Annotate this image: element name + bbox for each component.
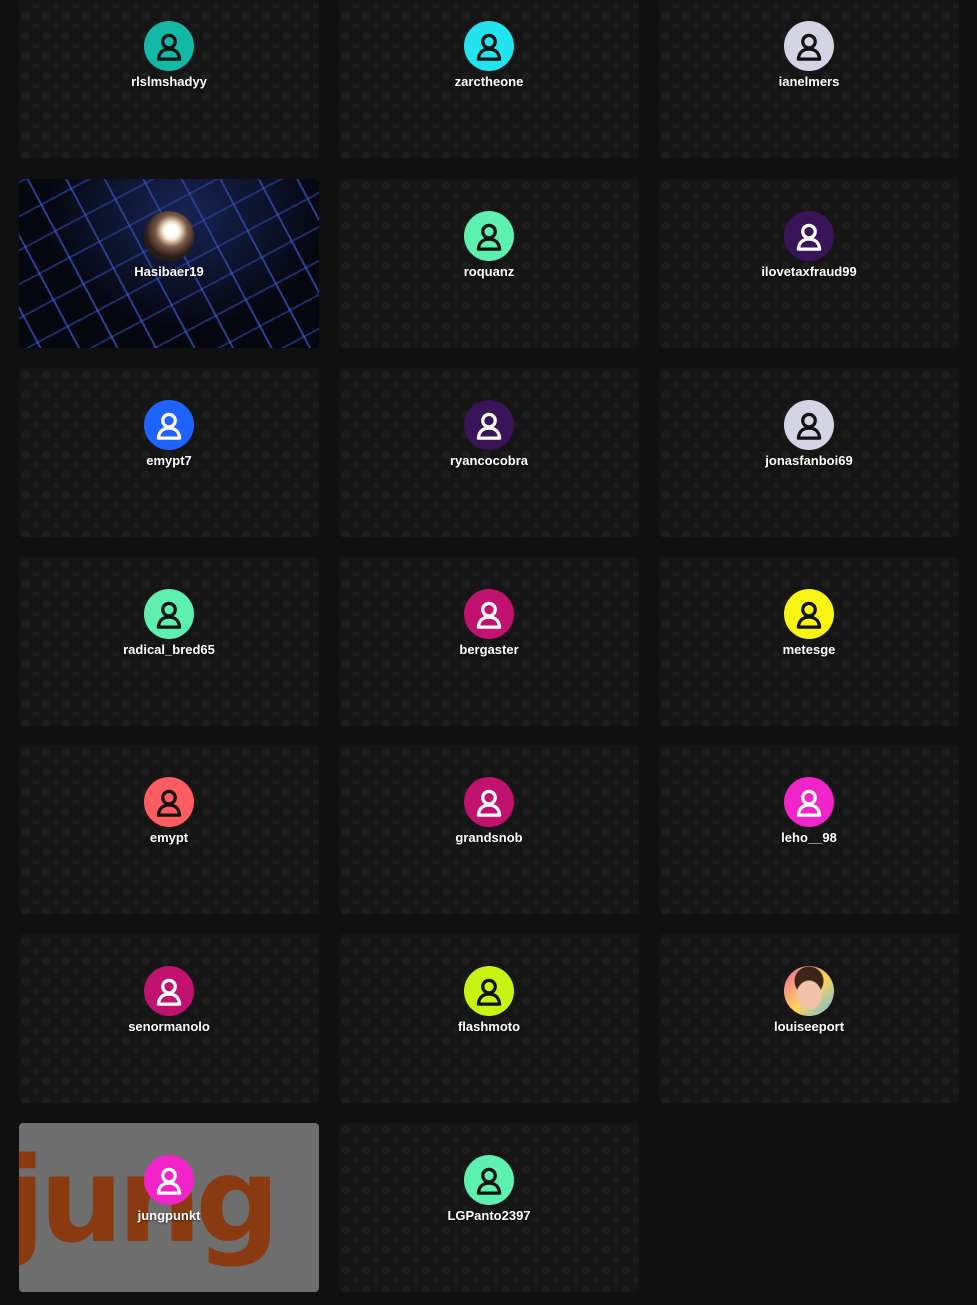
user-card[interactable]: senormanolo: [19, 934, 319, 1103]
username-label: emypt7: [146, 453, 192, 468]
user-card[interactable]: ryancocobra: [339, 368, 639, 537]
avatar[interactable]: [144, 400, 194, 450]
user-icon: [476, 978, 502, 1006]
avatar[interactable]: [784, 211, 834, 261]
username-label: metesge: [782, 642, 836, 657]
user-icon: [796, 412, 822, 440]
username-label: bergaster: [459, 642, 519, 657]
user-card[interactable]: grandsnob: [339, 745, 639, 914]
user-icon: [156, 412, 182, 440]
username-label: LGPanto2397: [447, 1208, 531, 1223]
username-label: radical_bred65: [123, 642, 215, 657]
username-label: roquanz: [463, 264, 515, 279]
avatar[interactable]: [784, 400, 834, 450]
username-label: ryancocobra: [449, 453, 529, 468]
user-card[interactable]: emypt7: [19, 368, 319, 537]
user-card[interactable]: LGPanto2397: [339, 1123, 639, 1292]
avatar[interactable]: [464, 966, 514, 1016]
avatar[interactable]: [464, 21, 514, 71]
avatar[interactable]: [784, 589, 834, 639]
username-label: jungpunkt: [137, 1208, 201, 1223]
user-icon: [796, 601, 822, 629]
user-card[interactable]: flashmoto: [339, 934, 639, 1103]
username-label: leho__98: [781, 830, 837, 845]
username-label: grandsnob: [455, 830, 523, 845]
user-icon: [476, 412, 502, 440]
user-card[interactable]: rlslmshadyy: [19, 0, 319, 158]
user-card[interactable]: zarctheone: [339, 0, 639, 158]
user-card[interactable]: bergaster: [339, 557, 639, 726]
username-label: jonasfanboi69: [765, 453, 853, 468]
user-card[interactable]: radical_bred65: [19, 557, 319, 726]
avatar[interactable]: [784, 777, 834, 827]
avatar[interactable]: [144, 21, 194, 71]
username-label: louiseeport: [773, 1019, 845, 1034]
user-card[interactable]: metesge: [659, 557, 959, 726]
avatar[interactable]: [464, 211, 514, 261]
username-label: ilovetaxfraud99: [761, 264, 857, 279]
user-icon: [476, 33, 502, 61]
avatar[interactable]: [464, 777, 514, 827]
user-card-logo-background[interactable]: jung jungpunkt: [19, 1123, 319, 1292]
user-card[interactable]: jonasfanboi69: [659, 368, 959, 537]
avatar[interactable]: [464, 589, 514, 639]
username-label: Hasibaer19: [134, 264, 204, 279]
avatar[interactable]: [464, 1155, 514, 1205]
user-card[interactable]: leho__98: [659, 745, 959, 914]
username-label: ianelmers: [778, 74, 840, 89]
user-icon: [156, 33, 182, 61]
avatar[interactable]: [784, 21, 834, 71]
user-card[interactable]: louiseeport: [659, 934, 959, 1103]
username-label: rlslmshadyy: [131, 74, 207, 89]
username-label: senormanolo: [128, 1019, 210, 1034]
user-card[interactable]: roquanz: [339, 179, 639, 348]
user-icon: [796, 223, 822, 251]
user-card[interactable]: ilovetaxfraud99: [659, 179, 959, 348]
avatar-photo[interactable]: [784, 966, 834, 1016]
user-card[interactable]: emypt: [19, 745, 319, 914]
avatar[interactable]: [144, 777, 194, 827]
avatar[interactable]: [144, 966, 194, 1016]
user-icon: [796, 33, 822, 61]
username-label: zarctheone: [454, 74, 524, 89]
user-icon: [476, 223, 502, 251]
user-icon: [476, 789, 502, 817]
user-card[interactable]: ianelmers: [659, 0, 959, 158]
avatar[interactable]: [144, 1155, 194, 1205]
username-label: emypt: [149, 830, 189, 845]
user-icon: [156, 1167, 182, 1195]
user-card-keyboard-background[interactable]: Hasibaer19: [19, 179, 319, 348]
avatar[interactable]: [464, 400, 514, 450]
user-icon: [156, 978, 182, 1006]
avatar-photo[interactable]: [144, 211, 194, 261]
background-logo-text: jung: [19, 1131, 280, 1269]
username-label: flashmoto: [457, 1019, 521, 1034]
user-icon: [476, 1167, 502, 1195]
avatar[interactable]: [144, 589, 194, 639]
user-icon: [156, 789, 182, 817]
user-icon: [476, 601, 502, 629]
user-icon: [156, 601, 182, 629]
user-grid: rlslmshadyy zarctheone ianelmers Hasibaer19…: [0, 0, 977, 1305]
user-icon: [796, 789, 822, 817]
